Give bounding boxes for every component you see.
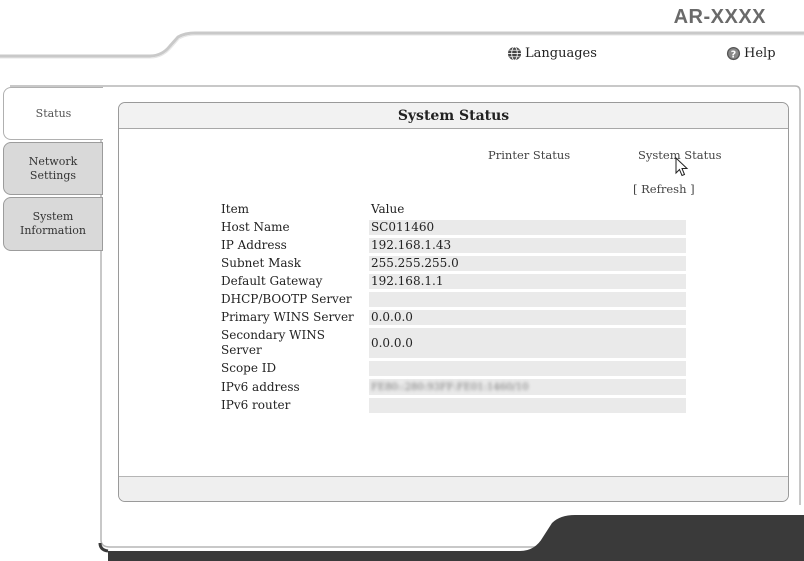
- table-row: Host Name SC011460: [219, 220, 686, 235]
- tab-system-information-label: System Information: [20, 210, 86, 238]
- row-item: Host Name: [221, 220, 290, 234]
- row-item: Subnet Mask: [221, 256, 301, 270]
- row-value: 0.0.0.0: [368, 310, 686, 325]
- printer-status-link[interactable]: Printer Status: [488, 148, 570, 162]
- svg-text:?: ?: [731, 49, 736, 60]
- tab-network-settings[interactable]: Network Settings: [3, 142, 103, 195]
- row-value: 192.168.1.1: [368, 274, 686, 289]
- row-item: IP Address: [221, 238, 287, 252]
- column-header-item: Item: [221, 202, 250, 216]
- tab-system-information[interactable]: System Information: [3, 197, 103, 251]
- tab-status[interactable]: Status: [3, 87, 103, 140]
- globe-icon: [507, 46, 522, 61]
- row-item: IPv6 router: [221, 398, 291, 412]
- row-value: 192.168.1.43: [368, 238, 686, 253]
- languages-label: Languages: [525, 46, 597, 61]
- row-item: Secondary WINS Server: [221, 328, 325, 357]
- table-row: Subnet Mask 255.255.255.0: [219, 256, 686, 271]
- panel-title: System Status: [119, 103, 788, 129]
- tab-network-settings-label: Network Settings: [28, 154, 78, 182]
- table-row: Primary WINS Server 0.0.0.0: [219, 310, 686, 325]
- table-row: DHCP/BOOTP Server: [219, 292, 686, 307]
- blurred-ipv6-value: FE80::280:93FF:FE01:1460/10: [370, 382, 529, 393]
- row-item: Primary WINS Server: [221, 310, 354, 324]
- table-row: IPv6 router: [219, 398, 686, 413]
- row-value: [368, 292, 686, 307]
- row-value: FE80::280:93FF:FE01:1460/10: [368, 379, 686, 395]
- row-item: Default Gateway: [221, 274, 323, 288]
- panel-footer: [119, 476, 788, 501]
- languages-link[interactable]: Languages: [507, 46, 597, 61]
- mouse-cursor-icon: [675, 156, 689, 181]
- table-row: Default Gateway 192.168.1.1: [219, 274, 686, 289]
- table-row: IP Address 192.168.1.43: [219, 238, 686, 253]
- table-row: IPv6 address FE80::280:93FF:FE01:1460/10: [219, 379, 686, 395]
- system-status-panel: System Status Printer Status System Stat…: [118, 102, 789, 502]
- column-header-value: Value: [370, 202, 405, 216]
- table-row: Secondary WINS Server 0.0.0.0: [219, 328, 686, 358]
- tab-system-information-line2: Information: [19, 224, 87, 237]
- question-circle-icon: ?: [726, 46, 741, 61]
- row-value: [368, 398, 686, 413]
- row-item: DHCP/BOOTP Server: [221, 292, 352, 306]
- row-item: Scope ID: [221, 361, 277, 375]
- refresh-link[interactable]: [ Refresh ]: [633, 182, 695, 196]
- row-value: [368, 361, 686, 376]
- tab-status-label: Status: [35, 106, 72, 120]
- row-value: 255.255.255.0: [368, 256, 686, 271]
- model-name: AR-XXXX: [673, 6, 766, 28]
- row-value: SC011460: [368, 220, 686, 235]
- system-status-table: Item Value Host Name SC011460 IP Address…: [219, 199, 686, 416]
- help-label: Help: [744, 46, 776, 61]
- header: AR-XXXX Languages ? Help: [0, 0, 804, 90]
- table-header-row: Item Value: [219, 202, 686, 217]
- row-item: IPv6 address: [221, 379, 300, 394]
- row-value: 0.0.0.0: [368, 328, 686, 358]
- tab-system-information-line1: System: [32, 210, 74, 223]
- help-link[interactable]: ? Help: [726, 46, 776, 61]
- table-row: Scope ID: [219, 361, 686, 376]
